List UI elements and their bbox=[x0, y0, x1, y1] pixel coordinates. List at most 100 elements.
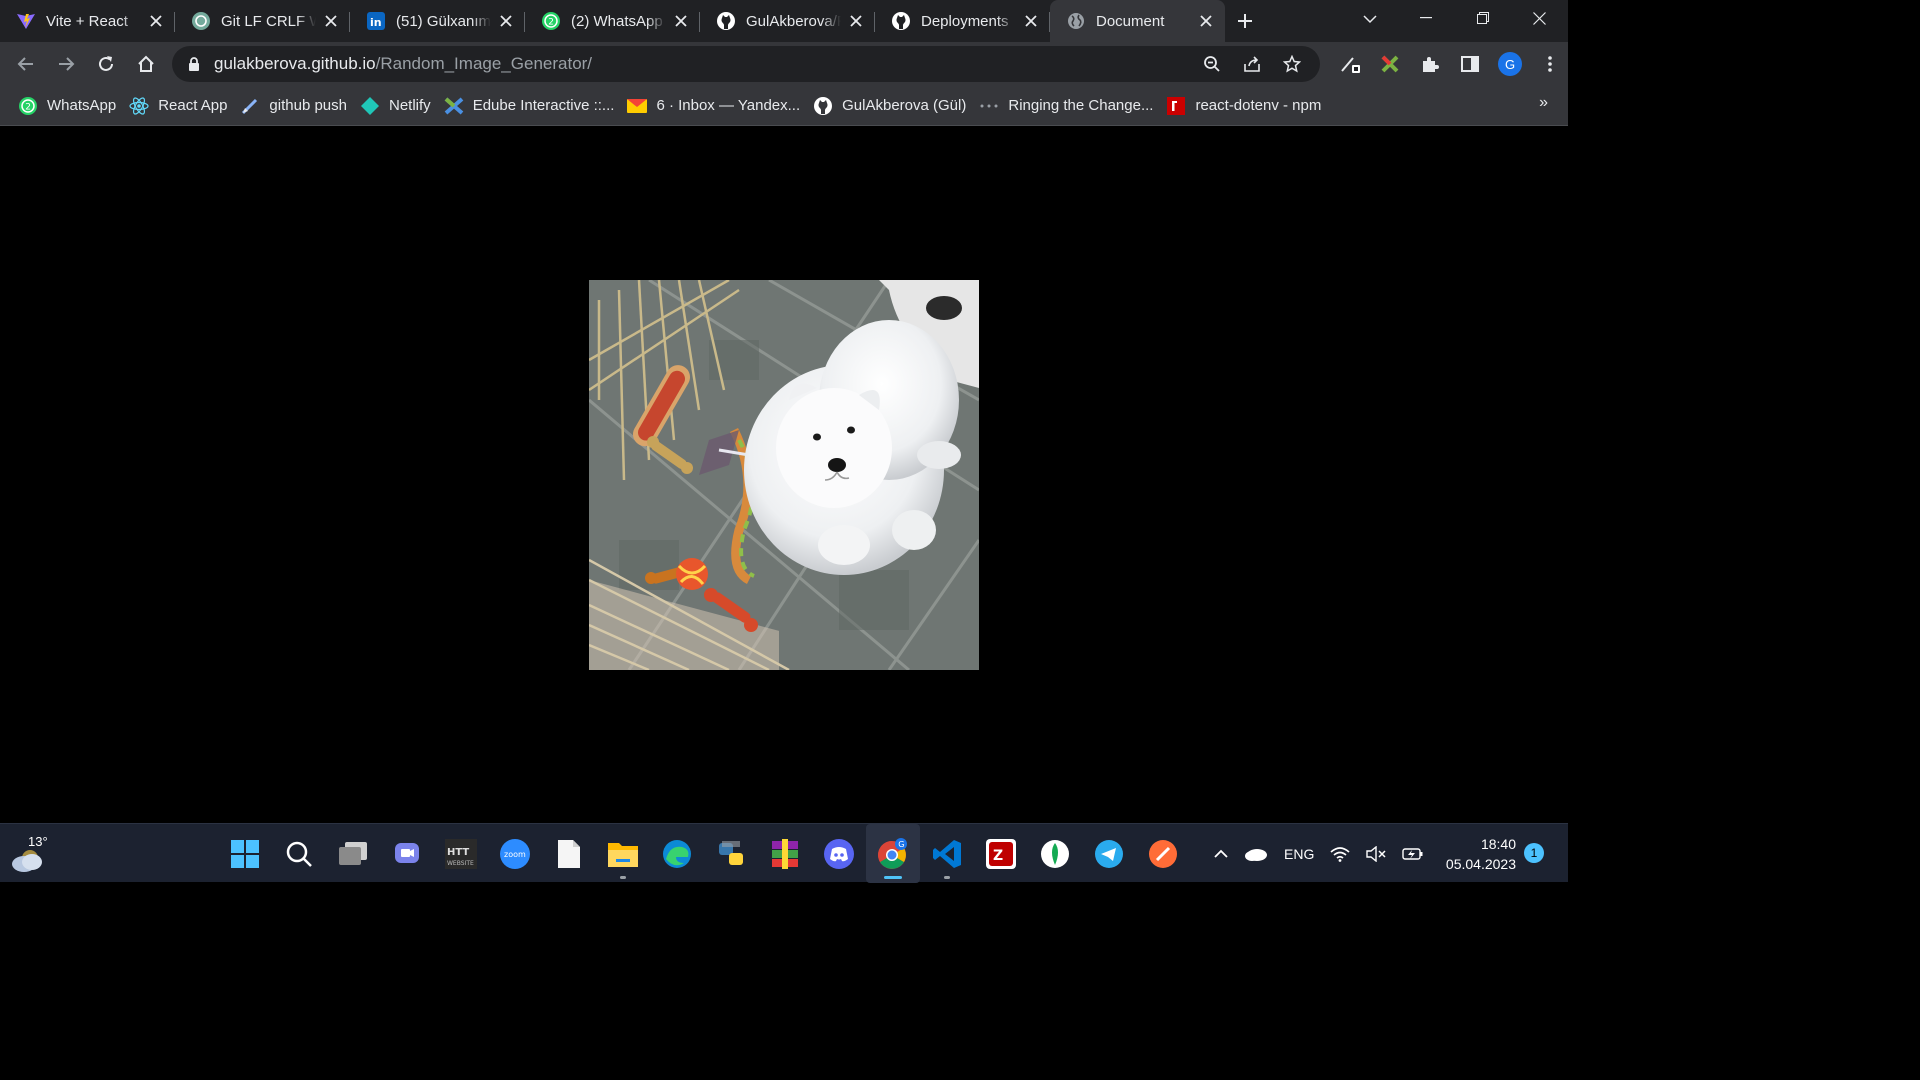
tray-chevron-up-icon[interactable] bbox=[1206, 824, 1236, 883]
close-icon[interactable] bbox=[847, 12, 865, 30]
bookmark-yandex-inbox[interactable]: 6 · Inbox — Yandex... bbox=[623, 91, 809, 121]
start-button[interactable] bbox=[218, 824, 272, 883]
close-window-button[interactable] bbox=[1511, 0, 1568, 36]
battery-charging-icon[interactable] bbox=[1394, 824, 1432, 883]
bookmark-github-push[interactable]: github push bbox=[236, 91, 356, 121]
taskbar-search[interactable] bbox=[272, 824, 326, 883]
tab-whatsapp[interactable]: 2 (2) WhatsApp bbox=[525, 4, 700, 38]
file-explorer[interactable] bbox=[596, 824, 650, 883]
svg-text:WEBSITE: WEBSITE bbox=[447, 860, 474, 867]
share-icon[interactable] bbox=[1232, 46, 1272, 82]
tab-vite-react[interactable]: Vite + React bbox=[0, 4, 175, 38]
svg-text:G: G bbox=[898, 840, 904, 849]
discord-icon bbox=[824, 838, 854, 869]
star-icon[interactable] bbox=[1272, 46, 1312, 82]
chevron-down-icon bbox=[1363, 15, 1377, 24]
url-text[interactable]: gulakberova.github.io/Random_Image_Gener… bbox=[214, 54, 592, 74]
notification-badge[interactable]: 1 bbox=[1524, 843, 1544, 863]
tab-title: Document bbox=[1096, 12, 1165, 30]
menu-button[interactable] bbox=[1530, 44, 1570, 84]
extensions-area: G bbox=[1330, 44, 1570, 84]
tab-deployments[interactable]: Deployments bbox=[875, 4, 1050, 38]
zoom-app[interactable]: zoom bbox=[488, 824, 542, 883]
forward-button[interactable] bbox=[46, 44, 86, 84]
bookmark-label: github push bbox=[269, 97, 347, 114]
weather-widget[interactable]: 13° bbox=[10, 832, 50, 876]
chrome-app[interactable]: G bbox=[866, 824, 920, 883]
tab-title: GulAkberova/R bbox=[746, 12, 841, 30]
address-bar-actions bbox=[1192, 46, 1312, 82]
bookmark-ringing-change[interactable]: Ringing the Change... bbox=[975, 91, 1162, 121]
python-app[interactable] bbox=[704, 824, 758, 883]
svg-text:HTT: HTT bbox=[447, 847, 469, 858]
extension-pen-icon[interactable] bbox=[1330, 44, 1370, 84]
tab-github-repo[interactable]: GulAkberova/R bbox=[700, 4, 875, 38]
telegram-app[interactable] bbox=[1082, 824, 1136, 883]
weather-temp: 13° bbox=[28, 834, 48, 849]
side-panel-icon[interactable] bbox=[1450, 44, 1490, 84]
profile-button[interactable]: G bbox=[1490, 44, 1530, 84]
random-image bbox=[589, 280, 979, 670]
back-button[interactable] bbox=[6, 44, 46, 84]
extensions-puzzle-icon[interactable] bbox=[1410, 44, 1450, 84]
filezilla-app[interactable]: Z bbox=[974, 824, 1028, 883]
minimize-button[interactable] bbox=[1397, 0, 1454, 36]
httrack-app[interactable]: HTT WEBSITE bbox=[434, 824, 488, 883]
browser-toolbar: gulakberova.github.io/Random_Image_Gener… bbox=[0, 42, 1568, 86]
restore-button[interactable] bbox=[1454, 0, 1511, 36]
react-icon bbox=[129, 96, 149, 116]
close-icon[interactable] bbox=[672, 12, 690, 30]
discord-app[interactable] bbox=[812, 824, 866, 883]
volume-muted-icon[interactable] bbox=[1358, 824, 1394, 883]
svg-text:2: 2 bbox=[548, 18, 554, 28]
reload-button[interactable] bbox=[86, 44, 126, 84]
taskbar-clock[interactable]: 18:40 05.04.2023 bbox=[1436, 834, 1516, 874]
bookmark-edube[interactable]: Edube Interactive ::... bbox=[440, 91, 624, 121]
mongodb-icon bbox=[1041, 839, 1069, 868]
clock-time: 18:40 bbox=[1480, 836, 1516, 852]
edge-icon bbox=[663, 839, 691, 868]
pen-icon bbox=[240, 96, 260, 116]
bookmark-whatsapp[interactable]: 2 WhatsApp bbox=[14, 91, 125, 121]
mongodb-compass[interactable] bbox=[1028, 824, 1082, 883]
bookmark-github-profile[interactable]: GulAkberova (Gül) bbox=[809, 91, 975, 121]
close-icon[interactable] bbox=[1022, 12, 1040, 30]
close-icon[interactable] bbox=[147, 12, 165, 30]
task-view[interactable] bbox=[326, 824, 380, 883]
plus-icon bbox=[1238, 14, 1252, 28]
vscode-app[interactable] bbox=[920, 824, 974, 883]
address-bar[interactable]: gulakberova.github.io/Random_Image_Gener… bbox=[172, 46, 1320, 82]
tab-linkedin[interactable]: in (51) Gülxanım bbox=[350, 4, 525, 38]
tab-chatgpt[interactable]: Git LF CRLF Wa bbox=[175, 4, 350, 38]
bookmarks-overflow-button[interactable]: » bbox=[1539, 94, 1548, 112]
notepad-app[interactable] bbox=[542, 824, 596, 883]
page-content bbox=[0, 127, 1568, 823]
teams-chat[interactable] bbox=[380, 824, 434, 883]
home-icon bbox=[138, 55, 154, 72]
lock-icon[interactable] bbox=[186, 56, 202, 72]
bookmark-label: GulAkberova (Gül) bbox=[842, 97, 967, 114]
postman-icon bbox=[1149, 839, 1177, 868]
bookmark-netlify[interactable]: Netlify bbox=[356, 91, 440, 121]
close-icon[interactable] bbox=[497, 12, 515, 30]
home-button[interactable] bbox=[126, 44, 166, 84]
new-tab-button[interactable] bbox=[1225, 4, 1265, 38]
postman-app[interactable] bbox=[1136, 824, 1190, 883]
language-indicator[interactable]: ENG bbox=[1276, 824, 1322, 883]
globe-icon bbox=[1066, 11, 1086, 31]
onedrive-icon[interactable] bbox=[1236, 824, 1276, 883]
extension-x-icon[interactable] bbox=[1370, 44, 1410, 84]
edge-browser[interactable] bbox=[650, 824, 704, 883]
bookmark-react-dotenv[interactable]: react-dotenv - npm bbox=[1162, 91, 1330, 121]
bookmark-label: Edube Interactive ::... bbox=[472, 97, 615, 114]
zoom-out-icon[interactable] bbox=[1192, 46, 1232, 82]
wifi-icon[interactable] bbox=[1322, 824, 1358, 883]
tab-document[interactable]: Document bbox=[1050, 0, 1225, 42]
windows-taskbar: 13° HTT WEBSITE zoom G Z ENG 18:40 05.04… bbox=[0, 823, 1568, 883]
zoom-icon: zoom bbox=[500, 838, 530, 869]
tab-search-button[interactable] bbox=[1352, 6, 1388, 32]
bookmark-react-app[interactable]: React App bbox=[125, 91, 236, 121]
close-icon[interactable] bbox=[1197, 12, 1215, 30]
winrar-app[interactable] bbox=[758, 824, 812, 883]
close-icon[interactable] bbox=[322, 12, 340, 30]
